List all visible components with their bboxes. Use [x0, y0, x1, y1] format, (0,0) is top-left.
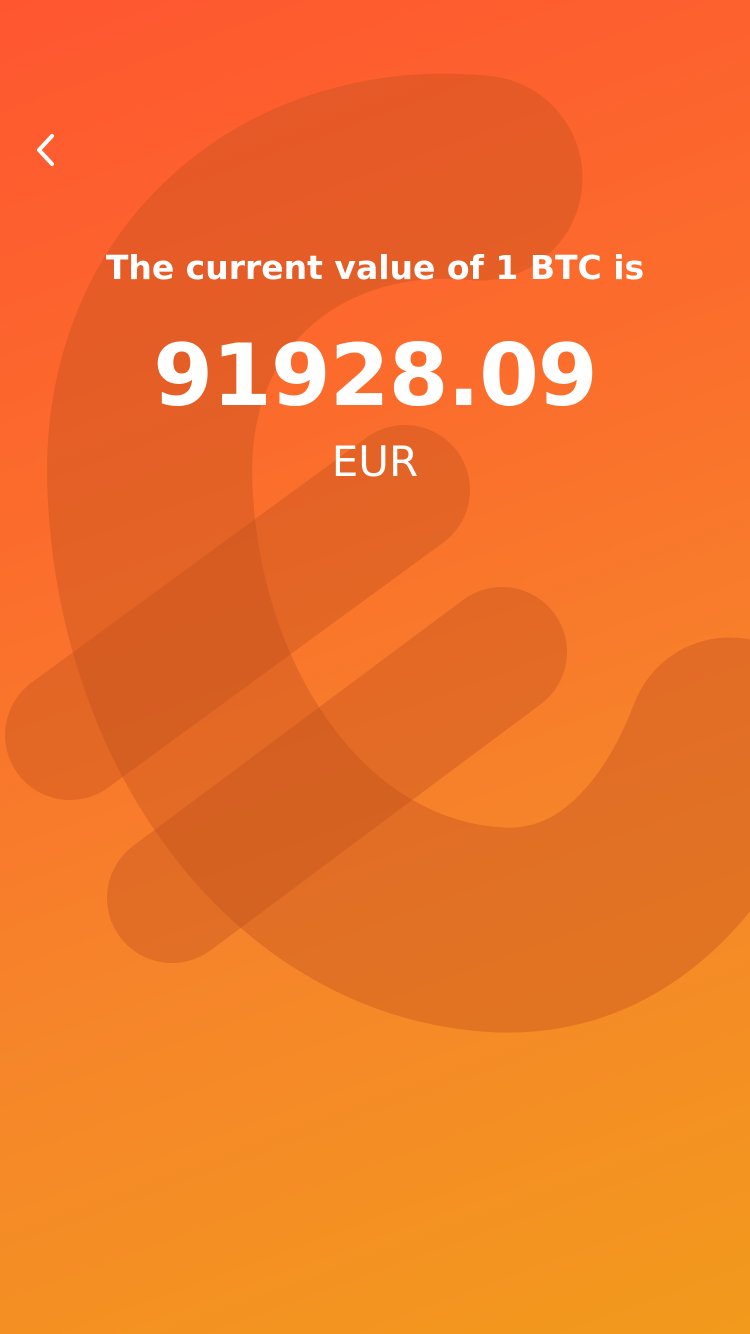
- currency-label: EUR: [331, 437, 419, 486]
- result-screen: The current value of 1 BTC is 91928.09 E…: [0, 0, 750, 1334]
- chevron-left-icon: [37, 134, 54, 166]
- back-button[interactable]: [24, 124, 68, 176]
- conversion-heading: The current value of 1 BTC is: [105, 248, 645, 287]
- euro-icon: [5, 73, 750, 1033]
- converted-price: 91928.09: [153, 326, 598, 426]
